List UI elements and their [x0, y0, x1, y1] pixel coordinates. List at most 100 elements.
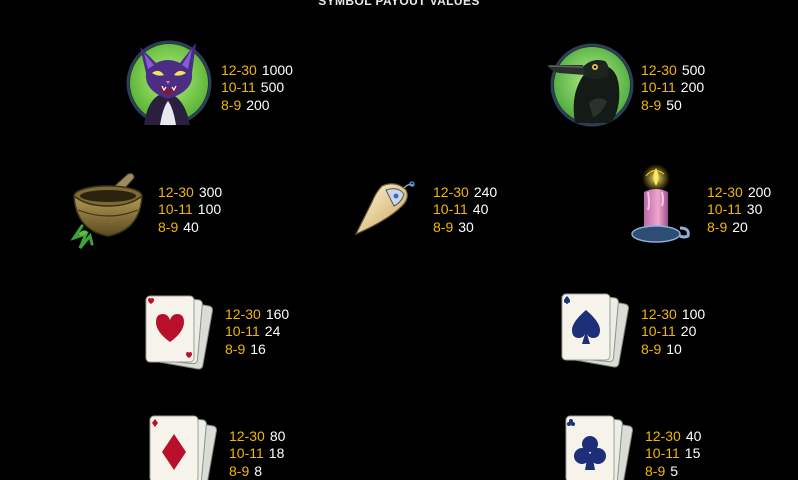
- payout-range: 10-11: [707, 201, 742, 218]
- payout-row: 10-11 20: [641, 323, 705, 340]
- raven-icon: [545, 43, 635, 129]
- payout-range: 12-30: [229, 428, 265, 444]
- payout-row: 10-11 200: [641, 79, 705, 96]
- payout-table-spades: 12-30 100 10-11 20 8-9 10: [641, 306, 705, 358]
- payout-value: 40: [183, 218, 199, 235]
- payout-table-diamonds: 12-30 80 10-11 18 8-9 8: [229, 428, 285, 480]
- payout-row: 8-9 50: [641, 97, 705, 114]
- payout-value: 20: [732, 218, 748, 235]
- payout-table-black-cat: 12-30 1000 10-11 500 8-9 200: [221, 62, 293, 114]
- payout-value: 40: [472, 201, 489, 218]
- payout-range: 8-9: [225, 340, 246, 357]
- payout-range: 8-9: [641, 96, 662, 113]
- payout-range: 12-30: [433, 184, 469, 200]
- payout-row: 8-9 200: [221, 97, 293, 114]
- payout-row: 12-30 240: [433, 184, 497, 201]
- payout-range: 12-30: [158, 184, 194, 200]
- payout-value: 500: [260, 79, 285, 96]
- mortar-pestle-icon: [70, 170, 152, 252]
- payout-value: 20: [680, 323, 697, 340]
- payout-row: 10-11 15: [645, 445, 701, 462]
- payout-value: 50: [666, 96, 682, 113]
- payout-range: 8-9: [433, 218, 454, 235]
- payout-value: 200: [747, 184, 772, 200]
- payout-row: 10-11 18: [229, 445, 285, 462]
- payout-row: 10-11 40: [433, 201, 497, 218]
- payout-row: 8-9 30: [433, 219, 497, 236]
- payout-value: 8: [254, 462, 263, 479]
- payout-table-mortar: 12-30 300 10-11 100 8-9 40: [158, 184, 222, 236]
- payout-value: 40: [685, 428, 702, 444]
- payout-value: 500: [681, 62, 706, 78]
- payout-value: 80: [269, 428, 286, 444]
- payout-range: 10-11: [229, 445, 264, 462]
- payout-table-clubs: 12-30 40 10-11 15 8-9 5: [645, 428, 701, 480]
- payout-range: 12-30: [225, 306, 261, 322]
- payout-table-hearts: 12-30 160 10-11 24 8-9 16: [225, 306, 289, 358]
- candle-icon: [624, 164, 692, 246]
- payout-row: 12-30 100: [641, 306, 705, 323]
- payout-range: 12-30: [641, 62, 677, 78]
- payout-row: 8-9 8: [229, 463, 285, 480]
- payout-range: 8-9: [158, 218, 179, 235]
- payout-row: 12-30 40: [645, 428, 701, 445]
- black-cat-icon: [122, 37, 214, 129]
- payout-row: 12-30 200: [707, 184, 771, 201]
- payout-table-raven: 12-30 500 10-11 200 8-9 50: [641, 62, 705, 114]
- payout-range: 12-30: [221, 62, 257, 78]
- payout-row: 12-30 160: [225, 306, 289, 323]
- payout-value: 5: [670, 462, 679, 479]
- payout-range: 10-11: [645, 445, 680, 462]
- spades-card-icon: [558, 292, 638, 370]
- payout-row: 8-9 40: [158, 219, 222, 236]
- payout-range: 8-9: [641, 340, 662, 357]
- payout-value: 200: [246, 96, 270, 113]
- payout-range: 10-11: [641, 79, 676, 96]
- payout-value: 16: [250, 340, 266, 357]
- payout-range: 8-9: [707, 218, 728, 235]
- payout-row: 8-9 20: [707, 219, 771, 236]
- payout-row: 8-9 5: [645, 463, 701, 480]
- payout-value: 200: [680, 79, 705, 96]
- payout-value: 30: [746, 201, 763, 218]
- payout-row: 12-30 80: [229, 428, 285, 445]
- payout-range: 8-9: [229, 462, 250, 479]
- payout-range: 10-11: [225, 323, 260, 340]
- payout-value: 30: [458, 218, 474, 235]
- payout-value: 100: [197, 201, 222, 218]
- payout-table-fang: 12-30 240 10-11 40 8-9 30: [433, 184, 497, 236]
- page-title: SYMBOL PAYOUT VALUES: [318, 0, 480, 8]
- payout-row: 10-11 100: [158, 201, 222, 218]
- payout-row: 10-11 500: [221, 79, 293, 96]
- payout-range: 10-11: [433, 201, 468, 218]
- diamonds-card-icon: [146, 414, 226, 480]
- payout-range: 12-30: [641, 306, 677, 322]
- payout-value: 160: [265, 306, 290, 322]
- payout-value: 24: [264, 323, 281, 340]
- fang-amulet-icon: [352, 178, 418, 238]
- payout-row: 10-11 30: [707, 201, 771, 218]
- payout-value: 10: [666, 340, 682, 357]
- hearts-card-icon: [142, 294, 222, 372]
- payout-value: 100: [681, 306, 706, 322]
- payout-range: 12-30: [707, 184, 743, 200]
- payout-value: 15: [684, 445, 701, 462]
- payout-row: 12-30 500: [641, 62, 705, 79]
- payout-row: 10-11 24: [225, 323, 289, 340]
- payout-row: 12-30 1000: [221, 62, 293, 79]
- payout-range: 10-11: [641, 323, 676, 340]
- payout-table-candle: 12-30 200 10-11 30 8-9 20: [707, 184, 771, 236]
- payout-value: 1000: [261, 62, 293, 78]
- payout-value: 300: [198, 184, 223, 200]
- payout-range: 8-9: [221, 96, 242, 113]
- payout-row: 8-9 16: [225, 341, 289, 358]
- payout-range: 10-11: [221, 79, 256, 96]
- payout-value: 18: [268, 445, 285, 462]
- payout-range: 10-11: [158, 201, 193, 218]
- payout-range: 12-30: [645, 428, 681, 444]
- payout-range: 8-9: [645, 462, 666, 479]
- payout-row: 12-30 300: [158, 184, 222, 201]
- payout-value: 240: [473, 184, 498, 200]
- clubs-card-icon: [562, 414, 642, 480]
- payout-row: 8-9 10: [641, 341, 705, 358]
